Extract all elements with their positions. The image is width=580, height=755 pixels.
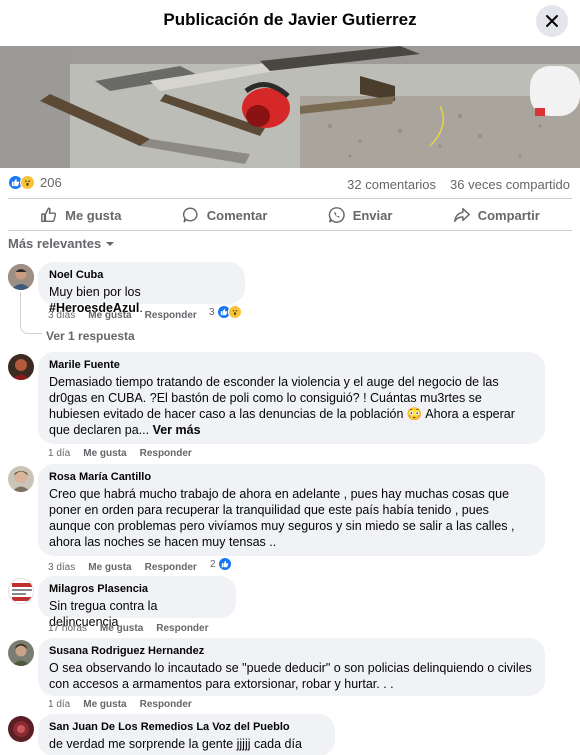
see-more-link[interactable]: Ver más — [153, 423, 201, 437]
comment-bubble: Rosa María Cantillo Creo que habrá mucho… — [38, 464, 545, 556]
comment-bubble: Noel Cuba Muy bien por los #HeroesdeAzul… — [38, 262, 245, 315]
share-button-label: Compartir — [477, 207, 540, 223]
comment-text: de verdad me sorprende la gente jjjjj ca… — [49, 737, 302, 755]
comment-reply-button[interactable]: Responder — [145, 310, 197, 321]
divider — [8, 198, 572, 199]
like-button[interactable]: Me gusta — [26, 200, 135, 230]
comment-reply-button[interactable]: Responder — [140, 699, 192, 710]
comment-time[interactable]: 17 horas — [48, 623, 87, 634]
comment-bubble: Marile Fuente Demasiado tiempo tratando … — [38, 352, 545, 444]
avatar[interactable] — [8, 264, 34, 290]
comment-author[interactable]: Susana Rodriguez Hernandez — [49, 644, 534, 658]
comment-like-button[interactable]: Me gusta — [88, 310, 131, 321]
like-icon — [41, 207, 57, 223]
comment-text: O sea observando lo incautado se "puede … — [49, 661, 532, 691]
comment-meta: 3 días Me gusta Responder — [48, 562, 197, 573]
comment-reply-button[interactable]: Responder — [145, 562, 197, 573]
like-reaction-icon — [217, 557, 232, 571]
comment-author[interactable]: Marile Fuente — [49, 358, 534, 372]
comment-meta: 1 día Me gusta Responder — [48, 448, 192, 459]
comment-icon — [182, 207, 198, 223]
avatar[interactable] — [8, 578, 34, 604]
comment-reaction-count: 2 — [210, 558, 216, 570]
avatar[interactable] — [8, 466, 34, 492]
avatar[interactable] — [8, 716, 34, 742]
comment-time[interactable]: 1 día — [48, 448, 70, 459]
comment-author[interactable]: Rosa María Cantillo — [49, 470, 534, 484]
comment-reactions[interactable]: 3 — [209, 305, 242, 319]
comment-author[interactable]: Milagros Plasencia — [49, 582, 225, 596]
close-button[interactable] — [536, 5, 568, 37]
post-title: Publicación de Javier Gutierrez — [163, 10, 417, 29]
comment-text-part: Demasiado tiempo tratando de esconder la… — [49, 375, 515, 437]
post-stats: 206 32 comentarios 36 veces compartido — [0, 172, 580, 196]
comment-meta: 1 día Me gusta Responder — [48, 699, 192, 710]
comment-time[interactable]: 3 días — [48, 562, 75, 573]
comment-reactions[interactable]: 2 — [210, 557, 232, 571]
comment-bubble: Susana Rodriguez Hernandez O sea observa… — [38, 638, 545, 696]
chevron-down-icon — [106, 241, 115, 246]
comment-time[interactable]: 3 días — [48, 310, 75, 321]
comment-reaction-count: 3 — [209, 306, 215, 318]
shares-count[interactable]: 36 veces compartido — [450, 177, 570, 192]
comment-meta: 17 horas Me gusta Responder — [48, 623, 209, 634]
comment-sort-dropdown[interactable]: Más relevantes — [8, 236, 115, 251]
comment-text-part: Muy bien por los — [49, 285, 141, 299]
comment-like-button[interactable]: Me gusta — [83, 448, 126, 459]
comment-time[interactable]: 1 día — [48, 699, 70, 710]
comment-reply-button[interactable]: Responder — [140, 448, 192, 459]
share-icon — [453, 207, 470, 223]
post-action-bar: Me gusta Comentar Enviar Compartir — [0, 200, 580, 230]
like-button-label: Me gusta — [65, 207, 122, 223]
comment-bubble: Milagros Plasencia Sin tregua contra la … — [38, 576, 236, 629]
view-replies-link[interactable]: Ver 1 respuesta — [46, 329, 135, 343]
comment-reply-button[interactable]: Responder — [156, 623, 208, 634]
divider — [8, 230, 572, 231]
whatsapp-icon — [328, 207, 345, 223]
avatar[interactable] — [8, 354, 34, 380]
comment-author[interactable]: Noel Cuba — [49, 268, 234, 282]
comment-text: Creo que habrá mucho trabajo de ahora en… — [49, 487, 515, 549]
send-button-label: Enviar — [352, 207, 393, 223]
post-photo[interactable] — [0, 46, 580, 168]
comment-like-button[interactable]: Me gusta — [88, 562, 131, 573]
reaction-summary[interactable]: 206 — [8, 175, 62, 190]
share-button[interactable]: Compartir — [439, 200, 554, 230]
send-button[interactable]: Enviar — [314, 200, 407, 230]
comment-button[interactable]: Comentar — [168, 200, 282, 230]
thread-connector — [20, 292, 42, 334]
post-header: Publicación de Javier Gutierrez — [0, 0, 580, 46]
comment-bubble: San Juan De Los Remedios La Voz del Pueb… — [38, 714, 335, 755]
seized-weapons-image — [0, 46, 580, 168]
comment-button-label: Comentar — [206, 207, 268, 223]
avatar[interactable] — [8, 640, 34, 666]
comment-text: Demasiado tiempo tratando de esconder la… — [49, 374, 534, 438]
sort-label: Más relevantes — [8, 236, 102, 251]
reaction-count: 206 — [40, 175, 62, 190]
wow-reaction-icon — [20, 175, 35, 190]
close-icon — [546, 15, 558, 27]
comment-like-button[interactable]: Me gusta — [83, 699, 126, 710]
comments-count[interactable]: 32 comentarios — [347, 177, 436, 192]
comment-author[interactable]: San Juan De Los Remedios La Voz del Pueb… — [49, 720, 324, 734]
wow-reaction-icon — [227, 305, 242, 319]
comment-meta: 3 días Me gusta Responder — [48, 310, 197, 321]
comment-like-button[interactable]: Me gusta — [100, 623, 143, 634]
